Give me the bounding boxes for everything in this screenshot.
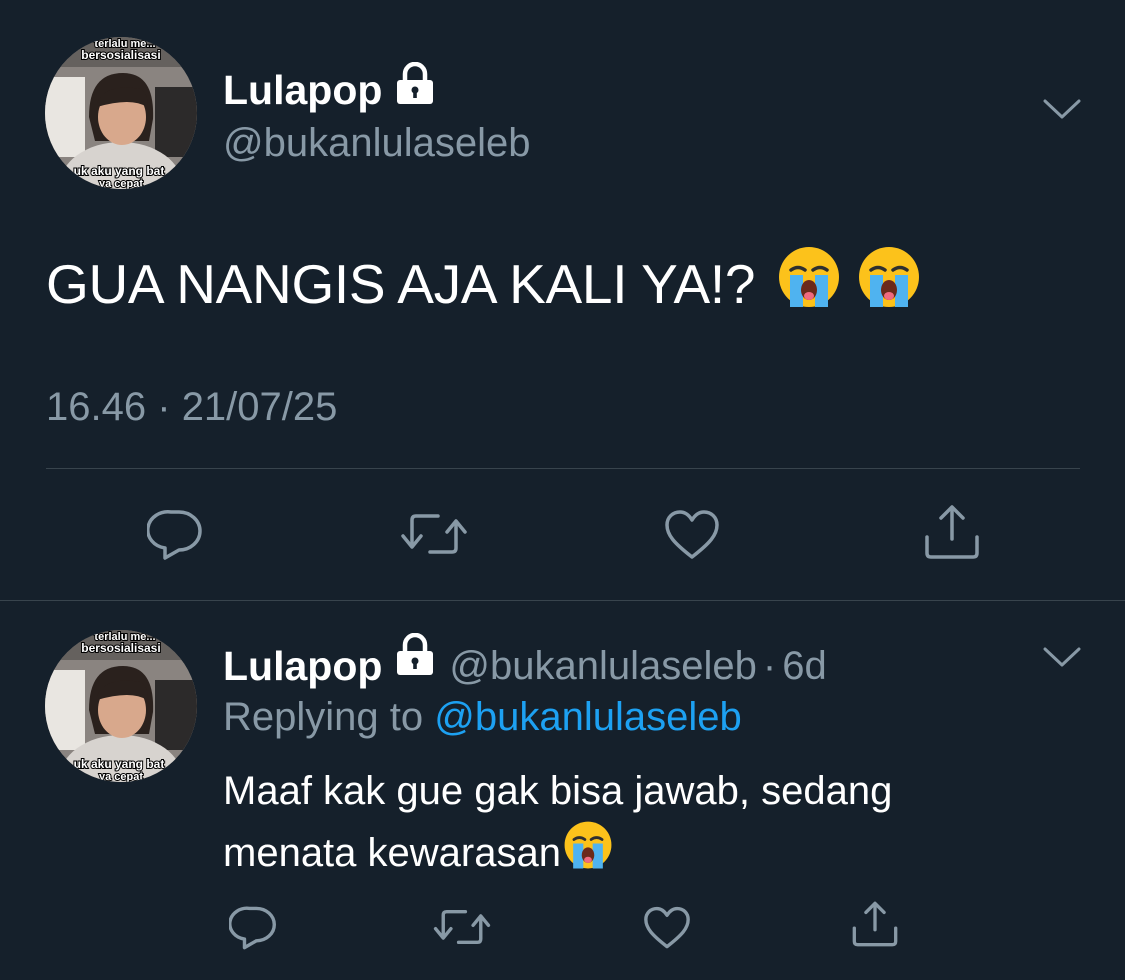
timestamp-separator: · [762,643,777,688]
chevron-down-icon[interactable] [1043,646,1081,673]
avatar-image: terlalu me... bersosialisasi uk aku yang… [45,37,197,189]
tweet-text-content: GUA NANGIS AJA KALI YA!? [46,253,756,315]
reply-icon[interactable] [147,508,203,562]
reply-text-line1: Maaf kak gue gak bisa jawab, sedang [223,769,893,813]
lock-icon [395,61,435,117]
svg-text:ya cepat: ya cepat [99,771,143,782]
username-handle[interactable]: @bukanlulaseleb [223,118,530,168]
lock-icon [395,632,435,698]
loudly-crying-face-icon [777,245,841,323]
divider [0,600,1125,601]
tweet-text: GUA NANGIS AJA KALI YA!? [46,245,921,323]
avatar[interactable]: terlalu me... bersosialisasi uk aku yang… [45,630,197,782]
loudly-crying-face-icon [857,245,921,323]
username-handle[interactable]: @bukanlulaseleb [449,641,756,691]
display-name[interactable]: Lulapop [223,61,435,117]
loudly-crying-face-icon [563,820,613,886]
display-name[interactable]: Lulapop [223,641,382,691]
svg-text:uk aku yang bat: uk aku yang bat [74,757,165,771]
display-name-text[interactable]: Lulapop [223,65,382,115]
reply-text-line: menata kewarasan [223,820,1053,886]
avatar[interactable]: terlalu me... bersosialisasi uk aku yang… [45,37,197,189]
avatar-image: terlalu me... bersosialisasi uk aku yang… [45,630,197,782]
relative-time[interactable]: 6d [782,641,827,691]
svg-text:uk aku yang bat: uk aku yang bat [74,164,165,178]
timestamp-separator: · [157,385,171,429]
replying-to: Replying to @bukanlulaseleb [223,692,742,742]
divider [46,468,1080,469]
tweet-date: 21/07/25 [181,385,338,429]
tweet-detail-page: terlalu me... bersosialisasi uk aku yang… [0,0,1125,980]
svg-text:ya cepat: ya cepat [99,178,143,189]
svg-text:bersosialisasi: bersosialisasi [81,641,160,655]
chevron-down-icon[interactable] [1043,98,1081,125]
share-icon[interactable] [923,503,981,561]
tweet-timestamp[interactable]: 16.46 · 21/07/25 [46,382,337,432]
svg-text:bersosialisasi: bersosialisasi [81,48,160,62]
reply-text-line: Maaf kak gue gak bisa jawab, sedang [223,762,1053,820]
retweet-icon[interactable] [400,510,468,558]
tweet-time: 16.46 [46,385,147,429]
reply-header: Lulapop @bukanlulaseleb · 6d [223,632,827,698]
like-icon[interactable] [643,906,691,950]
like-icon[interactable] [664,509,720,561]
mention-link[interactable]: @bukanlulaseleb [434,695,741,739]
reply-icon[interactable] [229,905,277,951]
retweet-icon[interactable] [433,906,491,948]
replying-to-label: Replying to [223,695,424,739]
share-icon[interactable] [851,900,899,948]
reply-text-line2: menata kewarasan [223,831,561,875]
reply-text: Maaf kak gue gak bisa jawab, sedang mena… [223,762,1053,886]
